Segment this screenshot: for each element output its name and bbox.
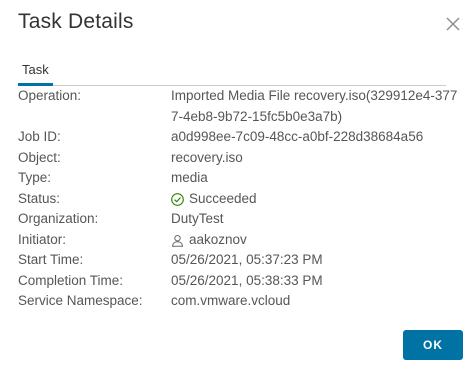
completion-time-value: 05/26/2021, 05:38:33 PM [171,272,323,288]
operation-label: Operation: [18,88,82,103]
organization-label: Organization: [18,211,99,226]
initiator-value-container: aakoznov [171,230,458,251]
user-icon [171,233,184,248]
type-value: media [171,170,208,185]
detail-row-initiator: Initiator: aakoznov [18,230,458,251]
detail-row-start-time: Start Time: 05/26/2021, 05:37:23 PM [18,250,458,271]
start-time-label: Start Time: [18,252,84,267]
completion-time-label: Completion Time: [18,272,124,288]
job-id-value: a0d998ee-7c09-48cc-a0bf-228d38684a56 [171,129,424,144]
tab-task[interactable]: Task [18,58,53,86]
detail-row-object: Object: recovery.iso [18,148,458,169]
service-namespace-label: Service Namespace: [18,293,143,308]
type-label: Type: [18,170,52,185]
operation-value: Imported Media File recovery.iso(329912e… [171,88,458,124]
detail-row-type: Type: media [18,168,458,189]
organization-value: DutyTest [171,211,224,226]
status-label: Status: [18,190,61,206]
detail-row-operation: Operation: Imported Media File recovery.… [18,86,458,127]
task-details-dialog: Task Details Task Operation: Imported Me… [0,0,474,374]
dialog-title: Task Details [18,10,134,33]
detail-row-organization: Organization: DutyTest [18,209,458,230]
service-namespace-value: com.vmware.vcloud [171,293,291,308]
detail-row-job-id: Job ID: a0d998ee-7c09-48cc-a0bf-228d3868… [18,127,458,148]
check-circle-icon [171,192,184,207]
job-id-label: Job ID: [18,129,61,144]
status-value: Succeeded [189,190,257,206]
detail-row-service-namespace: Service Namespace: com.vmware.vcloud [18,291,458,312]
initiator-value: aakoznov [189,231,247,247]
object-label: Object: [18,149,61,165]
tab-bar: Task [18,58,446,86]
detail-row-completion-time: Completion Time: 05/26/2021, 05:38:33 PM [18,271,458,292]
start-time-value: 05/26/2021, 05:37:23 PM [171,252,323,267]
object-value: recovery.iso [171,149,243,165]
status-value-container: Succeeded [171,189,458,210]
detail-row-status: Status: Succeeded [18,189,458,210]
initiator-label: Initiator: [18,231,67,247]
ok-button[interactable]: OK [403,330,463,360]
close-icon[interactable] [446,17,460,31]
details-list: Operation: Imported Media File recovery.… [18,86,458,312]
